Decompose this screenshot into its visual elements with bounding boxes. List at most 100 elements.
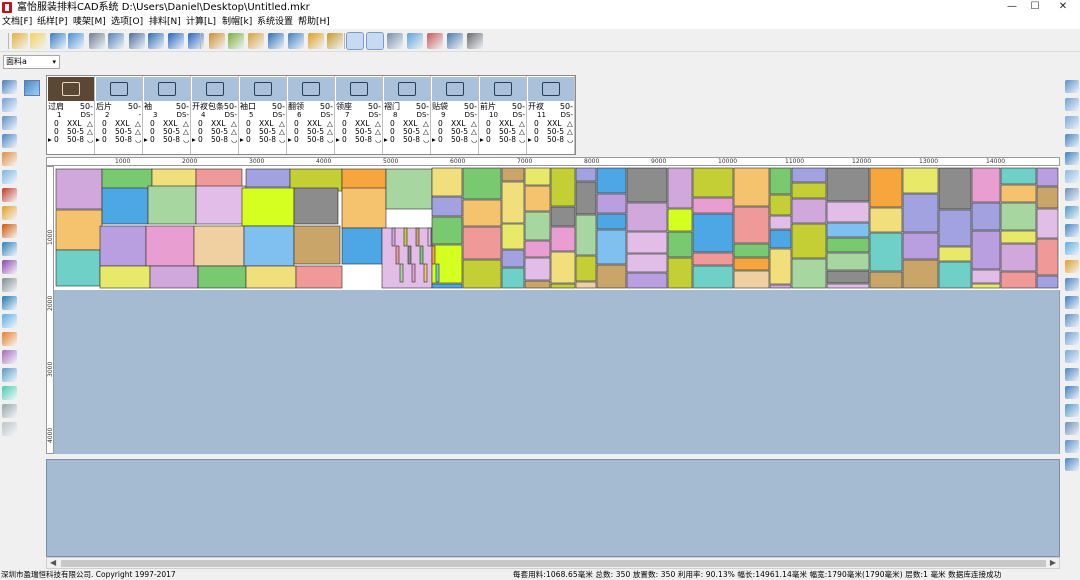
rotate-cw-icon[interactable]: [2, 296, 17, 310]
pattern-piece[interactable]: [826, 283, 870, 289]
pattern-piece[interactable]: [769, 229, 792, 249]
undo-icon[interactable]: [168, 33, 184, 49]
pattern-piece[interactable]: [667, 231, 693, 258]
pattern-piece[interactable]: [692, 213, 734, 253]
zoom-icon[interactable]: [2, 98, 17, 112]
pattern-piece[interactable]: [245, 168, 291, 188]
pattern-piece[interactable]: [462, 199, 502, 227]
plot-icon[interactable]: [108, 33, 124, 49]
pattern-piece[interactable]: [826, 252, 870, 271]
pattern-piece[interactable]: [575, 214, 597, 256]
pattern-piece[interactable]: [431, 283, 463, 289]
pattern-piece[interactable]: [289, 168, 343, 192]
pattern-piece[interactable]: [407, 245, 412, 265]
ruler-icon[interactable]: [2, 260, 17, 274]
pattern-piece[interactable]: [971, 283, 1001, 289]
pattern-piece[interactable]: [902, 232, 939, 260]
pattern-piece[interactable]: [971, 230, 1001, 270]
piece-list-toggle-icon[interactable]: [24, 80, 40, 96]
pattern-piece[interactable]: [902, 167, 939, 194]
piece-thumbnail[interactable]: [240, 77, 286, 101]
menu-marker[interactable]: 唛架[M]: [73, 15, 106, 29]
table-icon[interactable]: [288, 33, 304, 49]
fabric-select[interactable]: 面料a ▾: [3, 55, 60, 69]
grid-icon[interactable]: [387, 33, 403, 49]
pattern-piece[interactable]: [550, 167, 576, 207]
pattern-piece[interactable]: [626, 167, 668, 203]
pattern-piece[interactable]: [149, 265, 199, 289]
pattern-piece[interactable]: [692, 252, 734, 266]
pattern-piece[interactable]: [293, 225, 341, 265]
pattern-piece[interactable]: [55, 209, 103, 251]
pattern-piece[interactable]: [462, 167, 502, 200]
piece-thumbnail[interactable]: [480, 77, 526, 101]
pattern-piece[interactable]: [971, 269, 1001, 284]
pattern-piece[interactable]: [626, 202, 668, 232]
pattern-piece[interactable]: [575, 181, 597, 215]
distribute-icon[interactable]: [1065, 350, 1079, 363]
new-file-icon[interactable]: [30, 33, 46, 49]
settings-icon[interactable]: [2, 422, 17, 436]
pattern-piece[interactable]: [902, 193, 939, 233]
pattern-piece[interactable]: [431, 196, 463, 217]
chart-icon[interactable]: [1065, 206, 1079, 219]
circle-icon[interactable]: [268, 33, 284, 49]
piece-info-icon[interactable]: [1065, 224, 1079, 237]
pattern-piece[interactable]: [550, 251, 576, 284]
stack-icon[interactable]: [1065, 368, 1079, 381]
pattern-piece[interactable]: [524, 280, 551, 289]
settings-icon[interactable]: [1065, 440, 1079, 453]
piece-thumbnail[interactable]: [528, 77, 574, 101]
pattern-piece[interactable]: [385, 168, 433, 210]
scroll-right-icon[interactable]: ▶: [1050, 558, 1056, 568]
pattern-piece[interactable]: [826, 167, 870, 202]
pattern-piece[interactable]: [769, 194, 792, 216]
pattern-piece[interactable]: [1036, 208, 1059, 239]
pattern-piece[interactable]: [524, 211, 551, 241]
save-as-icon[interactable]: [68, 33, 84, 49]
pattern-piece[interactable]: [769, 248, 792, 285]
menu-calculate[interactable]: 计算[L]: [186, 15, 216, 29]
pattern-piece[interactable]: [550, 283, 576, 289]
pattern-piece[interactable]: [971, 202, 1001, 231]
align-bottom-icon[interactable]: [1065, 332, 1079, 345]
align-top-icon[interactable]: [1065, 314, 1079, 327]
pattern-piece[interactable]: [769, 284, 792, 289]
piece-thumbnail[interactable]: [384, 77, 430, 101]
view-double-icon[interactable]: [366, 32, 384, 50]
pattern-piece[interactable]: [55, 249, 101, 287]
piece-thumbnail[interactable]: [144, 77, 190, 101]
pattern-piece[interactable]: [791, 258, 827, 289]
pattern-piece[interactable]: [869, 232, 903, 272]
piece-cell[interactable]: 领座 50- 7 DS- 0 XXL △ 0 50-5 △ 0 50-8 ◡ ▸: [335, 76, 383, 154]
pattern-piece[interactable]: [145, 225, 195, 267]
pattern-piece[interactable]: [195, 168, 243, 188]
unplaced-pieces-area[interactable]: [46, 459, 1060, 557]
pattern-piece[interactable]: [524, 167, 551, 186]
pattern-piece[interactable]: [435, 263, 440, 283]
cut-icon[interactable]: [2, 242, 17, 256]
pattern-piece[interactable]: [524, 257, 551, 281]
piece-thumbnail[interactable]: [192, 77, 238, 101]
zoom-all-icon[interactable]: [1065, 134, 1079, 147]
menu-options[interactable]: 选项[O]: [111, 15, 143, 29]
piece-thumbnail[interactable]: [288, 77, 334, 101]
pattern-piece[interactable]: [938, 209, 972, 247]
pattern-piece[interactable]: [1000, 167, 1037, 185]
pattern-piece[interactable]: [733, 243, 770, 258]
export-icon[interactable]: [447, 33, 463, 49]
pattern-piece[interactable]: [101, 187, 149, 225]
pattern-piece[interactable]: [869, 207, 903, 233]
pattern-piece[interactable]: [147, 185, 197, 225]
pattern-piece[interactable]: [550, 206, 576, 227]
delete-icon[interactable]: [467, 33, 483, 49]
help-icon[interactable]: [1065, 458, 1079, 471]
pattern-piece[interactable]: [395, 245, 400, 265]
pattern-piece[interactable]: [243, 225, 295, 267]
move-icon[interactable]: [2, 152, 17, 166]
pattern-piece[interactable]: [791, 167, 827, 183]
pattern-piece[interactable]: [733, 270, 770, 289]
color-icon[interactable]: [1065, 260, 1079, 273]
refresh-icon[interactable]: [1065, 170, 1079, 183]
pattern-piece[interactable]: [431, 167, 463, 197]
